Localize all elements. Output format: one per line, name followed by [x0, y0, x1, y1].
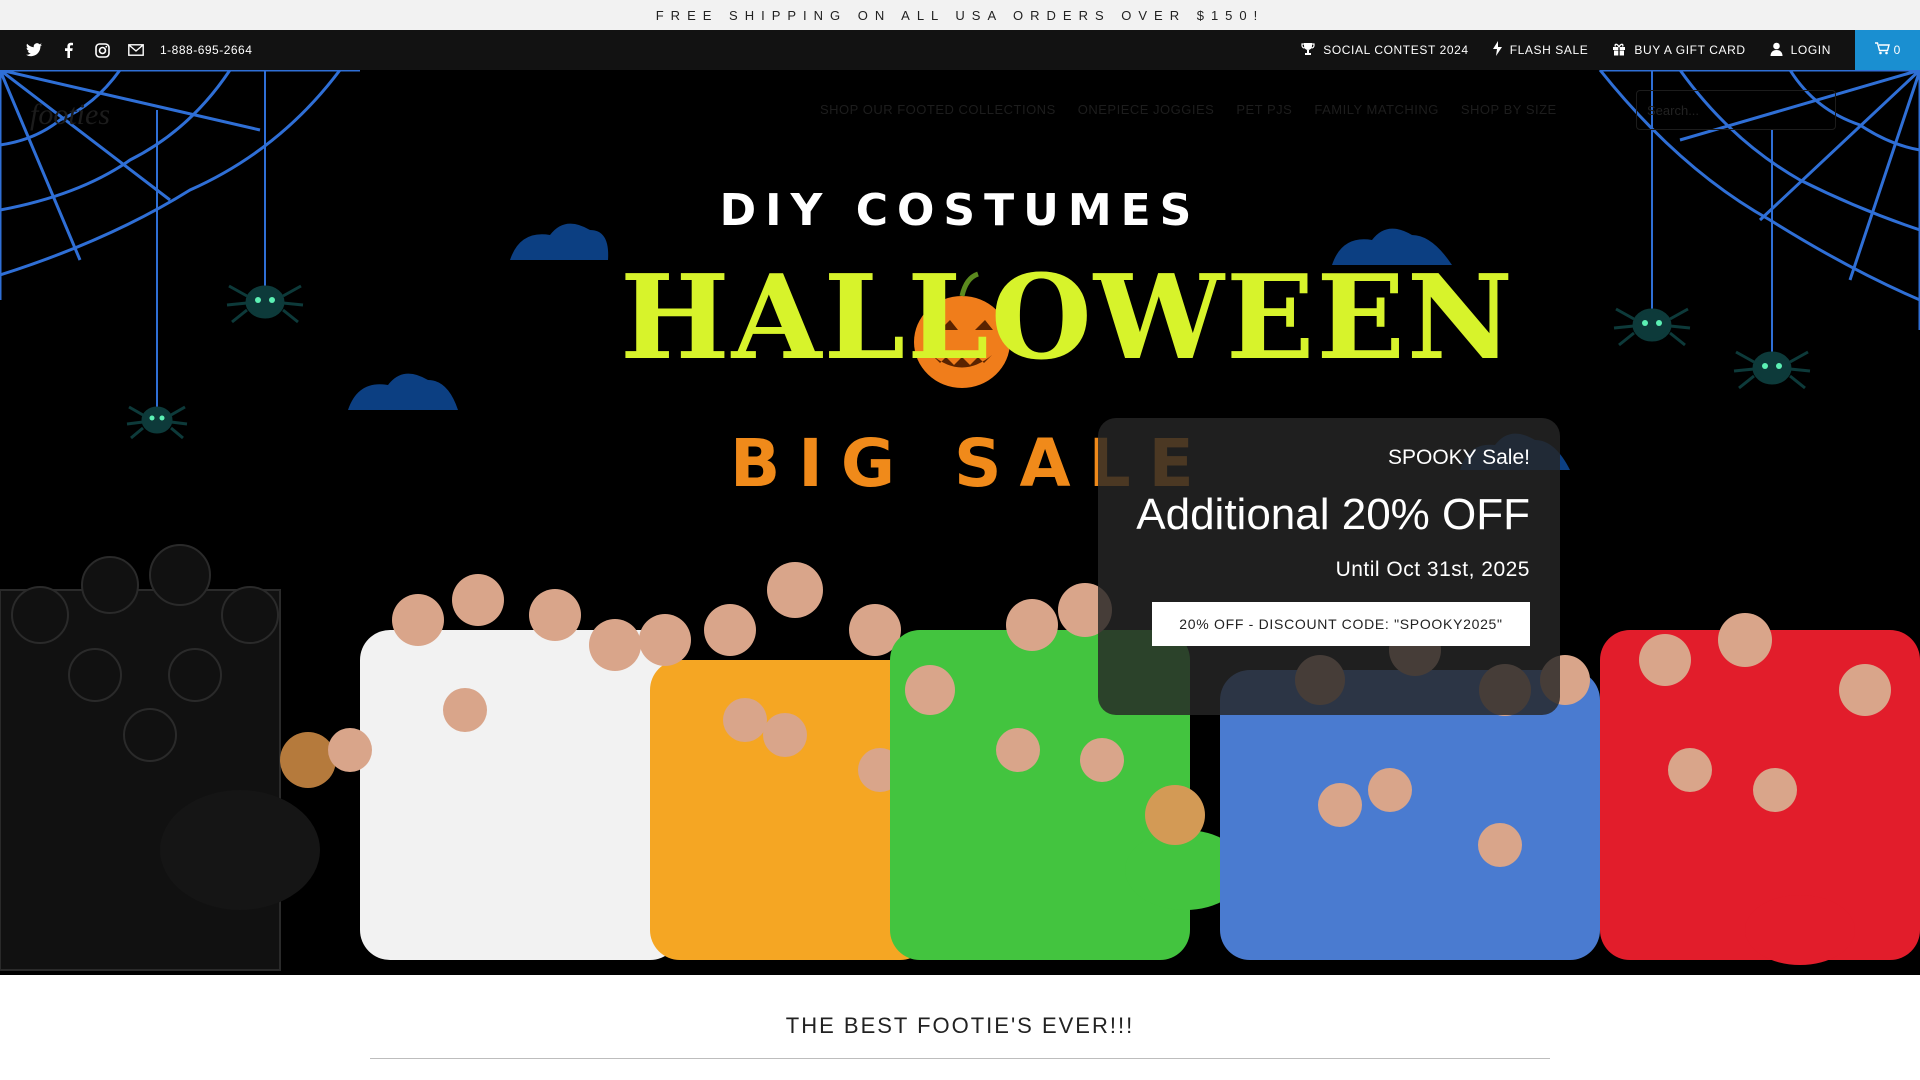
instagram-icon[interactable]: [94, 42, 110, 58]
nav-item-onepiece-joggies[interactable]: ONEPIECE JOGGIES: [1078, 102, 1215, 117]
announcement-bar: FREE SHIPPING ON ALL USA ORDERS OVER $15…: [0, 0, 1920, 30]
pajama-family-figures: [0, 544, 1920, 971]
trophy-icon: [1301, 42, 1315, 59]
section-heading: THE BEST FOOTIE'S EVER!!!: [785, 1013, 1135, 1038]
nav-item-shop-by-size[interactable]: SHOP BY SIZE: [1461, 102, 1557, 117]
user-icon: [1770, 42, 1783, 59]
announcement-text: FREE SHIPPING ON ALL USA ORDERS OVER $15…: [655, 7, 1265, 23]
cart-count: 0: [1893, 43, 1901, 57]
search-input[interactable]: Search...: [1636, 90, 1836, 130]
flash-sale-link[interactable]: FLASH SALE: [1492, 41, 1589, 59]
utility-links: SOCIAL CONTEST 2024 FLASH SALE BUY A GIF…: [1301, 30, 1920, 70]
social-links: [26, 42, 144, 58]
login-label: LOGIN: [1790, 43, 1831, 57]
promo-title: SPOOKY Sale!: [1387, 446, 1530, 469]
lightning-icon: [1492, 41, 1502, 59]
section-divider: [370, 1058, 1550, 1059]
site-logo[interactable]: footies: [30, 98, 110, 132]
hero-line-diy: DIY COSTUMES: [719, 185, 1201, 236]
gift-card-label: BUY A GIFT CARD: [1634, 43, 1746, 57]
phone-number[interactable]: 1-888-695-2664: [160, 43, 252, 57]
hero-line-halloween: HALLOWEEN: [620, 250, 1515, 386]
mail-icon[interactable]: [128, 42, 144, 58]
nav-item-pet-pjs[interactable]: PET PJS: [1236, 102, 1292, 117]
promo-headline: Additional 20% OFF: [1136, 490, 1530, 539]
gift-card-link[interactable]: BUY A GIFT CARD: [1612, 42, 1745, 59]
gift-icon: [1612, 42, 1626, 59]
nav-item-footed-collections[interactable]: SHOP OUR FOOTED COLLECTIONS: [820, 102, 1056, 117]
social-contest-link[interactable]: SOCIAL CONTEST 2024: [1301, 42, 1468, 59]
social-contest-label: SOCIAL CONTEST 2024: [1323, 43, 1469, 57]
flash-sale-label: FLASH SALE: [1509, 43, 1589, 57]
top-utility-bar: 1-888-695-2664 SOCIAL CONTEST 2024 FLASH…: [0, 30, 1920, 70]
promo-until: Until Oct 31st, 2025: [1335, 558, 1530, 581]
login-link[interactable]: LOGIN: [1770, 42, 1831, 59]
main-nav: SHOP OUR FOOTED COLLECTIONS ONEPIECE JOG…: [820, 102, 1557, 117]
discount-code-button[interactable]: 20% OFF - DISCOUNT CODE: "SPOOKY2025": [1152, 602, 1530, 646]
cart-icon: [1874, 42, 1890, 58]
promo-overlay: SPOOKY Sale! Additional 20% OFF Until Oc…: [1098, 418, 1560, 715]
twitter-icon[interactable]: [26, 42, 42, 58]
nav-item-family-matching[interactable]: FAMILY MATCHING: [1314, 102, 1439, 117]
hero-banner[interactable]: footies SHOP OUR FOOTED COLLECTIONS ONEP…: [0, 70, 1920, 975]
cart-button[interactable]: 0: [1855, 30, 1920, 70]
facebook-icon[interactable]: [60, 42, 76, 58]
